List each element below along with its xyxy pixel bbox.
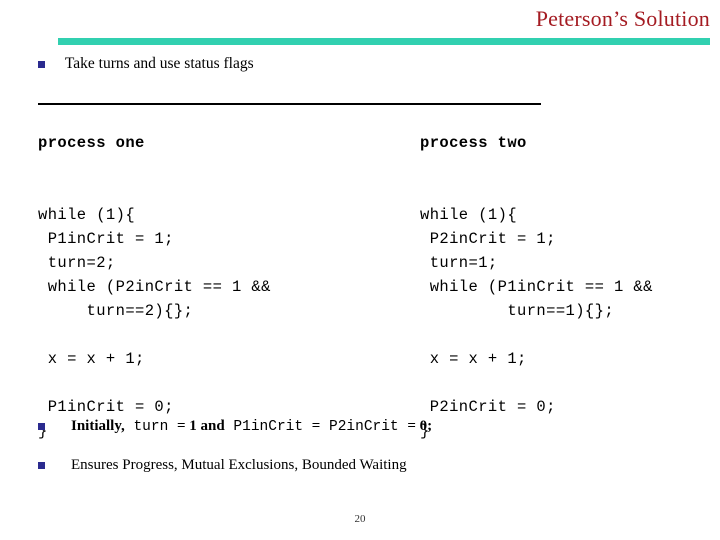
bullet-text-run: P1inCrit (224, 419, 312, 435)
code-line: turn==1){}; (420, 302, 615, 320)
code-line: while (1){ (38, 206, 136, 224)
top-bullet-label: Take turns and use status flags (64, 55, 254, 72)
process-one-code: while (1){ P1inCrit = 1; turn=2; while (… (38, 203, 271, 443)
process-two-heading: process two (420, 134, 527, 152)
code-line: turn==2){}; (38, 302, 194, 320)
square-bullet-icon (38, 462, 45, 470)
square-bullet-icon (38, 423, 45, 431)
bottom-bullet-list: Initially, turn = 1 and P1inCrit = P2inC… (38, 418, 678, 496)
code-line: turn=1; (420, 254, 498, 272)
code-line: while (P1inCrit == 1 && (420, 278, 653, 296)
process-two-heading-rule (420, 103, 541, 105)
code-line: while (1){ (420, 206, 518, 224)
bottom-bullet-label: Initially, turn = 1 and P1inCrit = P2inC… (71, 418, 433, 435)
code-line: x = x + 1; (420, 350, 527, 368)
bottom-bullet-label: Ensures Progress, Mutual Exclusions, Bou… (71, 457, 407, 473)
bullet-text-run: turn (124, 419, 177, 435)
square-bullet-icon (38, 60, 45, 68)
bullet-text-run: P2inCrit (320, 419, 408, 435)
process-two-code: while (1){ P2inCrit = 1; turn=1; while (… (420, 203, 653, 443)
code-line: x = x + 1; (38, 350, 145, 368)
process-one-heading: process one (38, 134, 145, 152)
code-line: while (P2inCrit == 1 && (38, 278, 271, 296)
bullet-text-run: = 0; (407, 418, 433, 434)
bullet-text-run: Ensures Progress, Mutual Exclusions, Bou… (71, 457, 407, 473)
bullet-text-run: = 1 and (177, 418, 225, 434)
process-one-heading-rule (38, 103, 420, 105)
top-bullet-item: Take turns and use status flags (38, 55, 254, 73)
bottom-bullet-item: Initially, turn = 1 and P1inCrit = P2inC… (38, 418, 678, 435)
process-two-column: process two while (1){ P2inCrit = 1; tur… (420, 83, 653, 467)
code-line: turn=2; (38, 254, 116, 272)
bullet-text-run: Initially, (71, 418, 125, 434)
page-number: 20 (354, 513, 366, 525)
bottom-bullet-item: Ensures Progress, Mutual Exclusions, Bou… (38, 457, 678, 474)
code-line: P2inCrit = 1; (420, 230, 556, 248)
code-line: P1inCrit = 0; (38, 398, 174, 416)
page-title: Peterson’s Solution (535, 6, 710, 31)
code-line: P1inCrit = 1; (38, 230, 174, 248)
title-divider (58, 38, 710, 45)
process-one-column: process one while (1){ P1inCrit = 1; tur… (38, 83, 271, 467)
code-line: P2inCrit = 0; (420, 398, 556, 416)
